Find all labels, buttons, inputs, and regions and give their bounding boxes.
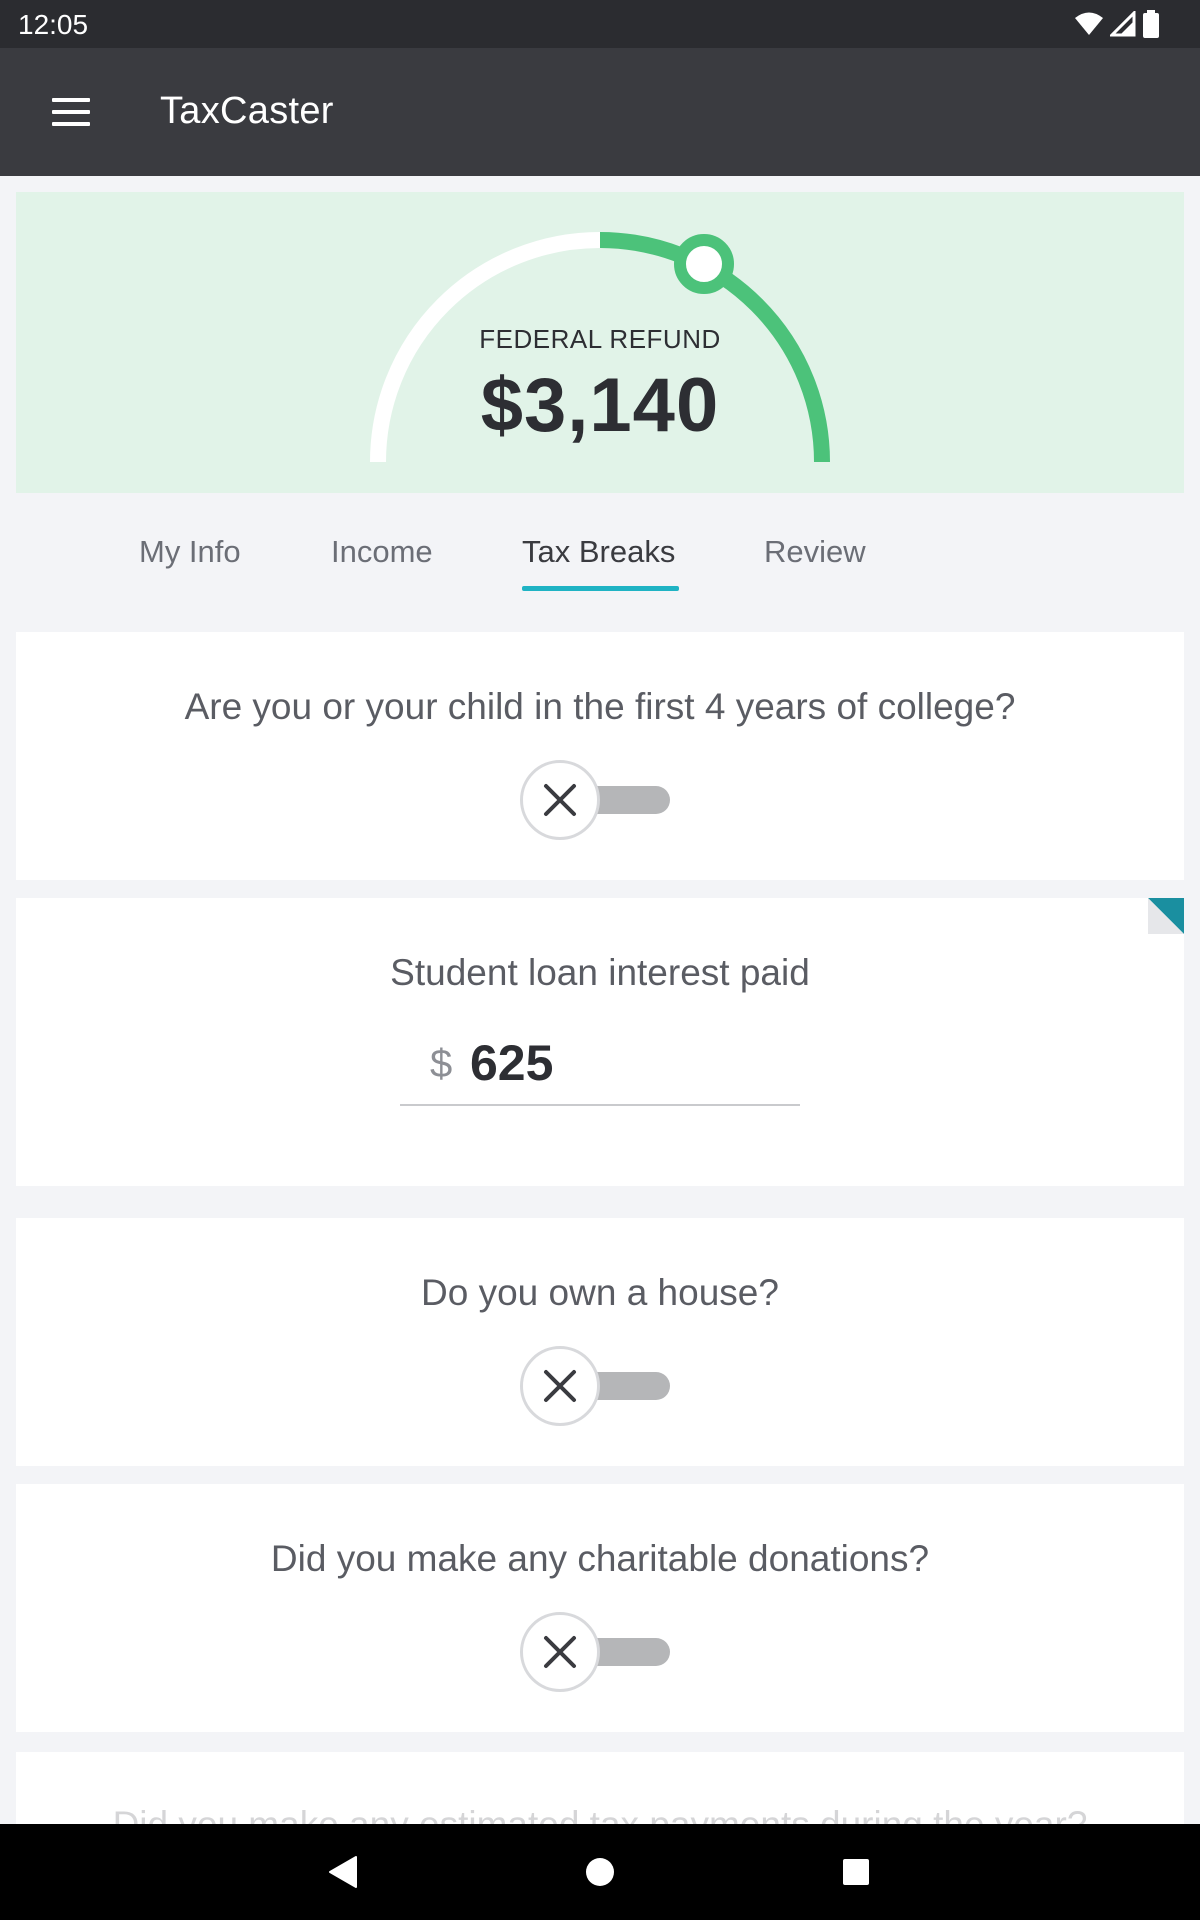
app-bar: TaxCaster — [0, 48, 1200, 176]
tab-review[interactable]: Review — [764, 534, 866, 570]
house-question-card: Do you own a house? — [16, 1218, 1184, 1466]
wifi-icon — [1075, 12, 1103, 35]
recents-icon[interactable] — [832, 1848, 880, 1896]
recents-square — [843, 1859, 869, 1885]
college-toggle[interactable] — [520, 760, 672, 840]
home-circle — [586, 1858, 614, 1886]
college-question: Are you or your child in the first 4 yea… — [184, 686, 1016, 727]
system-nav-bar — [0, 1824, 1200, 1920]
close-icon — [544, 784, 576, 816]
corner-flag-icon — [1148, 898, 1184, 934]
status-icons — [1074, 10, 1160, 38]
status-bar: 12:05 — [0, 0, 1200, 48]
app-title: TaxCaster — [160, 90, 334, 132]
close-icon — [544, 1370, 576, 1402]
active-tab-indicator — [522, 586, 679, 591]
toggle-knob — [520, 1346, 600, 1426]
charity-question: Did you make any charitable donations? — [270, 1538, 930, 1579]
student-loan-label: Student loan interest paid — [390, 952, 810, 993]
signal-icon — [1110, 11, 1136, 37]
status-time: 12:05 — [18, 9, 89, 40]
college-question-card: Are you or your child in the first 4 yea… — [16, 632, 1184, 880]
student-loan-card: Student loan interest paid $ — [16, 898, 1184, 1186]
hamburger-menu-icon[interactable] — [38, 84, 106, 140]
back-triangle — [329, 1856, 357, 1888]
tab-my-info[interactable]: My Info — [139, 534, 241, 570]
student-loan-field: $ — [400, 1026, 800, 1106]
estimated-tax-question: Did you make any estimated tax payments … — [16, 1804, 1184, 1824]
back-icon[interactable] — [318, 1848, 366, 1896]
refund-amount: $3,140 — [480, 363, 720, 448]
section-tabs: My Info Income Tax Breaks Review — [0, 510, 1200, 591]
tab-tax-breaks[interactable]: Tax Breaks — [522, 534, 675, 570]
house-question: Do you own a house? — [421, 1272, 779, 1313]
toggle-knob — [520, 1612, 600, 1692]
battery-icon — [1143, 10, 1159, 38]
refund-label: FEDERAL REFUND — [479, 324, 721, 354]
charity-toggle[interactable] — [520, 1612, 672, 1692]
close-icon — [544, 1636, 576, 1668]
currency-symbol: $ — [430, 1042, 453, 1086]
gauge-handle — [674, 234, 734, 294]
refund-panel: FEDERAL REFUND $3,140 — [16, 192, 1184, 493]
home-icon[interactable] — [576, 1848, 624, 1896]
house-toggle[interactable] — [520, 1346, 672, 1426]
charity-question-card: Did you make any charitable donations? — [16, 1484, 1184, 1732]
toggle-knob — [520, 760, 600, 840]
tab-income[interactable]: Income — [331, 534, 433, 570]
estimated-tax-card: Did you make any estimated tax payments … — [16, 1752, 1184, 1824]
student-loan-input[interactable] — [470, 1034, 770, 1092]
